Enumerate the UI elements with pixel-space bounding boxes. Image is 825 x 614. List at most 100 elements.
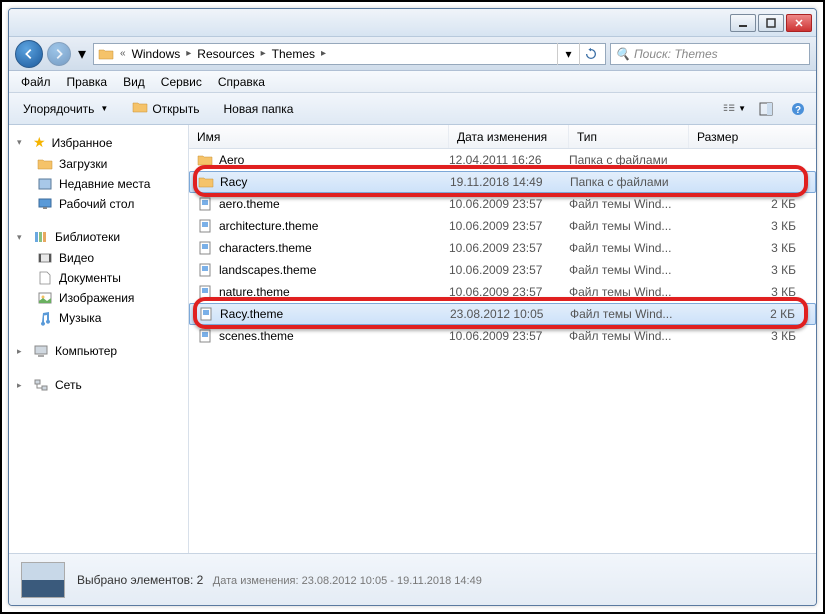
folder-open-icon (132, 99, 148, 118)
theme-file-icon (197, 240, 213, 256)
theme-file-icon (197, 218, 213, 234)
sidebar-item-downloads[interactable]: Загрузки (9, 154, 188, 174)
content-area: ▾★Избранное Загрузки Недавние места Рабо… (9, 125, 816, 553)
svg-text:?: ? (795, 105, 801, 116)
file-type: Файл темы Wind... (569, 329, 689, 343)
chevron-down-icon: ▾ (17, 137, 27, 148)
sidebar-libraries[interactable]: ▾Библиотеки (9, 226, 188, 248)
column-date[interactable]: Дата изменения (449, 125, 569, 148)
file-row[interactable]: architecture.theme10.06.2009 23:57Файл т… (189, 215, 816, 237)
file-name: scenes.theme (219, 329, 294, 343)
nav-history-dropdown[interactable]: ▾ (75, 44, 89, 64)
column-headers: Имя Дата изменения Тип Размер (189, 125, 816, 149)
file-name: aero.theme (219, 197, 280, 211)
file-date: 10.06.2009 23:57 (449, 241, 569, 255)
file-name: architecture.theme (219, 219, 318, 233)
desktop-icon (37, 196, 53, 212)
sidebar-item-documents[interactable]: Документы (9, 268, 188, 288)
column-type[interactable]: Тип (569, 125, 689, 148)
selection-thumbnail (21, 562, 65, 598)
theme-file-icon (198, 306, 214, 322)
address-bar[interactable]: « Windows ▸ Resources ▸ Themes ▸ ▾ (93, 43, 606, 65)
file-list-area: Имя Дата изменения Тип Размер Aero12.04.… (189, 125, 816, 553)
file-row[interactable]: characters.theme10.06.2009 23:57Файл тем… (189, 237, 816, 259)
forward-button[interactable] (47, 42, 71, 66)
file-row[interactable]: Racy.theme23.08.2012 10:05Файл темы Wind… (189, 303, 816, 325)
file-date: 10.06.2009 23:57 (449, 263, 569, 277)
file-date: 10.06.2009 23:57 (449, 197, 569, 211)
sidebar-item-images[interactable]: Изображения (9, 288, 188, 308)
maximize-button[interactable] (758, 14, 784, 32)
menu-view[interactable]: Вид (115, 73, 153, 91)
file-date: 10.06.2009 23:57 (449, 285, 569, 299)
network-icon (33, 377, 49, 393)
file-list[interactable]: Aero12.04.2011 16:26Папка с файлами Racy 1… (189, 149, 816, 553)
file-date: 10.06.2009 23:57 (449, 329, 569, 343)
refresh-button[interactable] (579, 43, 601, 65)
status-selection-count: Выбрано элементов: 2 (77, 573, 203, 587)
file-row[interactable]: scenes.theme 10.06.2009 23:57Файл темы Wi… (189, 325, 816, 347)
close-button[interactable] (786, 14, 812, 32)
breadcrumb-segment[interactable]: Themes (268, 47, 319, 61)
video-icon (37, 250, 53, 266)
library-icon (33, 229, 49, 245)
chevron-right-icon: ▸ (17, 380, 27, 391)
sidebar-item-recent[interactable]: Недавние места (9, 174, 188, 194)
breadcrumb-segment[interactable]: Resources (193, 47, 258, 61)
recent-icon (37, 176, 53, 192)
sidebar-item-music[interactable]: Музыка (9, 308, 188, 328)
organize-button[interactable]: Упорядочить▼ (15, 99, 116, 119)
view-options-button[interactable]: ▼ (722, 97, 746, 121)
open-button[interactable]: Открыть (124, 96, 207, 121)
breadcrumb-segment[interactable]: Windows (128, 47, 185, 61)
explorer-window: ▾ « Windows ▸ Resources ▸ Themes ▸ ▾ 🔍 П… (8, 8, 817, 606)
theme-file-icon (197, 196, 213, 212)
file-row[interactable]: Aero12.04.2011 16:26Папка с файлами (189, 149, 816, 171)
sidebar-item-desktop[interactable]: Рабочий стол (9, 194, 188, 214)
minimize-button[interactable] (730, 14, 756, 32)
menu-tools[interactable]: Сервис (153, 73, 210, 91)
help-button[interactable]: ? (786, 97, 810, 121)
images-icon (37, 290, 53, 306)
search-icon: 🔍 (615, 47, 630, 61)
file-type: Файл темы Wind... (570, 307, 690, 321)
file-size: 3 КБ (689, 241, 816, 255)
sidebar-network[interactable]: ▸Сеть (9, 374, 188, 396)
status-bar: Выбрано элементов: 2 Дата изменения: 23.… (9, 553, 816, 605)
folder-icon (197, 152, 213, 168)
new-folder-button[interactable]: Новая папка (215, 99, 301, 119)
back-button[interactable] (15, 40, 43, 68)
file-size: 3 КБ (689, 263, 816, 277)
file-name: Racy (220, 175, 247, 189)
file-type: Файл темы Wind... (569, 263, 689, 277)
sidebar-computer[interactable]: ▸Компьютер (9, 340, 188, 362)
menu-file[interactable]: Файл (13, 73, 59, 91)
file-row[interactable]: Racy 19.11.2018 14:49Папка с файлами (189, 171, 816, 193)
file-size: 2 КБ (690, 307, 815, 321)
column-name[interactable]: Имя (189, 125, 449, 148)
file-row[interactable]: landscapes.theme10.06.2009 23:57Файл тем… (189, 259, 816, 281)
chevron-down-icon: ▼ (738, 104, 746, 113)
file-type: Папка с файлами (570, 175, 690, 189)
folder-icon (198, 174, 214, 190)
music-icon (37, 310, 53, 326)
file-size: 3 КБ (689, 285, 816, 299)
column-size[interactable]: Размер (689, 125, 816, 148)
chevron-down-icon: ▼ (100, 104, 108, 113)
file-date: 12.04.2011 16:26 (449, 153, 569, 167)
chevron-right-icon: ▸ (259, 48, 268, 59)
file-size: 3 КБ (689, 219, 816, 233)
computer-icon (33, 343, 49, 359)
file-date: 19.11.2018 14:49 (450, 175, 570, 189)
sidebar-item-videos[interactable]: Видео (9, 248, 188, 268)
menu-edit[interactable]: Правка (59, 73, 116, 91)
chevron-right-icon: ▸ (184, 48, 193, 59)
file-row[interactable]: aero.theme10.06.2009 23:57Файл темы Wind… (189, 193, 816, 215)
menu-help[interactable]: Справка (210, 73, 273, 91)
preview-pane-button[interactable] (754, 97, 778, 121)
sidebar-favorites[interactable]: ▾★Избранное (9, 131, 188, 154)
address-dropdown-button[interactable]: ▾ (557, 43, 579, 65)
file-row[interactable]: nature.theme10.06.2009 23:57Файл темы Wi… (189, 281, 816, 303)
status-date-label: Дата изменения: (213, 575, 299, 587)
search-input[interactable]: 🔍 Поиск: Themes (610, 43, 810, 65)
